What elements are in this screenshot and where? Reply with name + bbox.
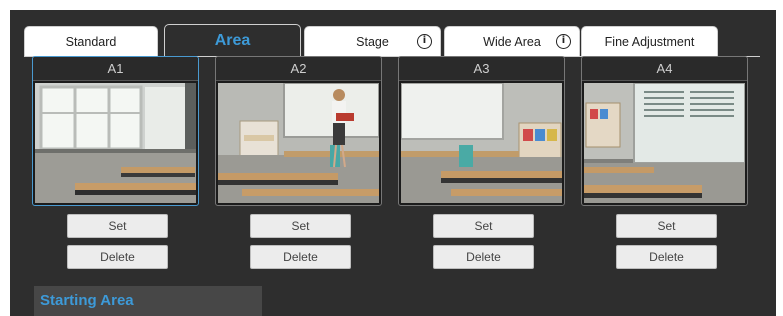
tab-wide-area[interactable]: Wide Area i [444,26,580,57]
preset-thumbnail[interactable] [401,83,562,203]
preset-title: A2 [216,57,381,81]
starting-area-header: Starting Area [34,286,262,316]
delete-button[interactable]: Delete [250,245,351,269]
teacher-classroom-image [218,83,379,203]
set-button[interactable]: Set [616,214,717,238]
tab-standard[interactable]: Standard [24,26,158,57]
delete-button[interactable]: Delete [433,245,534,269]
classroom-shelf-image [401,83,562,203]
tab-area-label: Area [214,32,251,49]
tab-wide-area-label: Wide Area [483,35,541,49]
delete-button[interactable]: Delete [616,245,717,269]
preset-thumbnail[interactable] [218,83,379,203]
tab-area[interactable]: Area [164,24,301,57]
preset-card[interactable]: A4 [581,56,748,206]
preset-card[interactable]: A2 [215,56,382,206]
set-button[interactable]: Set [250,214,351,238]
preset-card[interactable]: A1 [32,56,199,206]
tab-standard-label: Standard [65,35,117,49]
tab-stage[interactable]: Stage i [304,26,441,57]
set-button[interactable]: Set [433,214,534,238]
preset-title: A3 [399,57,564,81]
tab-fine-adjustment[interactable]: Fine Adjustment [581,26,718,57]
preset-card[interactable]: A3 [398,56,565,206]
info-icon[interactable]: i [556,34,571,49]
tab-stage-label: Stage [356,35,389,49]
area-settings-panel: Standard Area Stage i Wide Area i Fine A… [10,10,776,316]
starting-area-label: Starting Area [40,292,134,309]
tab-fine-adjustment-label: Fine Adjustment [604,35,695,49]
info-icon[interactable]: i [417,34,432,49]
preset-thumbnail[interactable] [35,83,196,203]
preset-title: A1 [33,57,198,81]
classroom-windows-image [35,83,196,203]
classroom-board-image [584,83,745,203]
preset-thumbnail[interactable] [584,83,745,203]
set-button[interactable]: Set [67,214,168,238]
preset-title: A4 [582,57,747,81]
delete-button[interactable]: Delete [67,245,168,269]
